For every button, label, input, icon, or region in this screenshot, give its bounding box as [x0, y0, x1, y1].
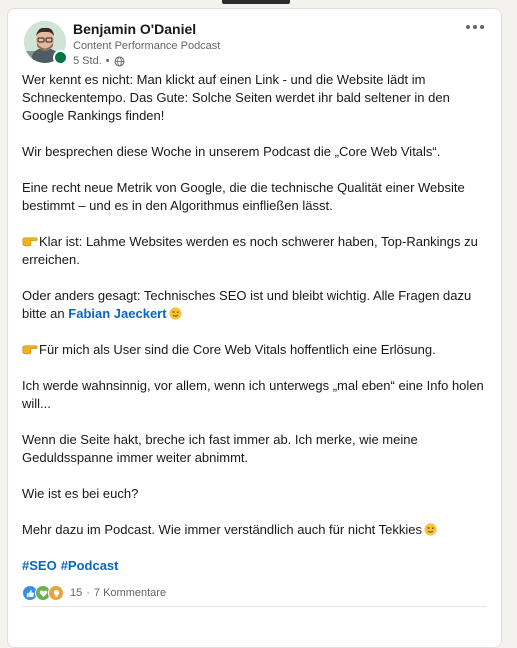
- post-paragraph: Eine recht neue Metrik von Google, die d…: [22, 180, 465, 213]
- pointing-hand-emoji-icon: [22, 237, 38, 247]
- post-paragraph: Wir besprechen diese Woche in unserem Po…: [22, 144, 441, 159]
- post-text: Wer kennt es nicht: Man klickt auf einen…: [22, 71, 492, 575]
- comments-count-link[interactable]: 7 Kommentare: [94, 587, 166, 599]
- post-paragraph: Wenn die Seite hakt, breche ich fast imm…: [22, 432, 418, 465]
- post-paragraph-hand: Klar ist: Lahme Websites werden es noch …: [22, 233, 492, 269]
- feed-post-card: Benjamin O'Daniel Content Performance Po…: [7, 8, 502, 648]
- wink-emoji-icon: [424, 523, 437, 536]
- post-paragraph-text: Klar ist: Lahme Websites werden es noch …: [22, 234, 478, 267]
- post-paragraph: Wie ist es bei euch?: [22, 486, 139, 501]
- meta-separator: •: [105, 55, 110, 67]
- insightful-icon: [48, 585, 64, 601]
- post-paragraph: Ich werde wahnsinnig, vor allem, wenn ic…: [22, 378, 484, 411]
- post-paragraph-mention: Oder anders gesagt: Technisches SEO ist …: [22, 287, 492, 323]
- globe-icon: [114, 56, 125, 66]
- post-meta: 5 Std. •: [73, 55, 125, 67]
- social-separator: ·: [86, 587, 90, 599]
- hashtag-link[interactable]: #Podcast: [61, 558, 119, 573]
- more-options-button[interactable]: [463, 19, 487, 35]
- post-time: 5 Std.: [73, 55, 102, 67]
- post-paragraph-text: Mehr dazu im Podcast. Wie immer verständ…: [22, 522, 423, 537]
- post-paragraph-wink: Mehr dazu im Podcast. Wie immer verständ…: [22, 521, 492, 539]
- author-headline: Content Performance Podcast: [73, 40, 221, 52]
- hashtag-list: #SEO #Podcast: [22, 557, 492, 575]
- wink-emoji-icon: [168, 307, 182, 320]
- hashtag-link[interactable]: #SEO: [22, 558, 57, 573]
- online-status-dot: [53, 50, 68, 65]
- ellipsis-icon: [466, 25, 470, 29]
- post-paragraph-text: Für mich als User sind die Core Web Vita…: [39, 342, 436, 357]
- social-counts: 15 · 7 Kommentare: [22, 585, 166, 601]
- mention-link[interactable]: Fabian Jaeckert: [68, 306, 166, 321]
- pointing-hand-emoji-icon: [22, 345, 38, 355]
- post-paragraph: Wer kennt es nicht: Man klickt auf einen…: [22, 72, 450, 123]
- post-header: Benjamin O'Daniel Content Performance Po…: [22, 19, 491, 69]
- reaction-icons[interactable]: [22, 585, 64, 601]
- reaction-count[interactable]: 15: [70, 587, 82, 599]
- post-divider: [22, 606, 487, 607]
- post-paragraph-hand: Für mich als User sind die Core Web Vita…: [22, 341, 492, 359]
- top-window-bar: [222, 0, 290, 4]
- author-name[interactable]: Benjamin O'Daniel: [73, 21, 196, 37]
